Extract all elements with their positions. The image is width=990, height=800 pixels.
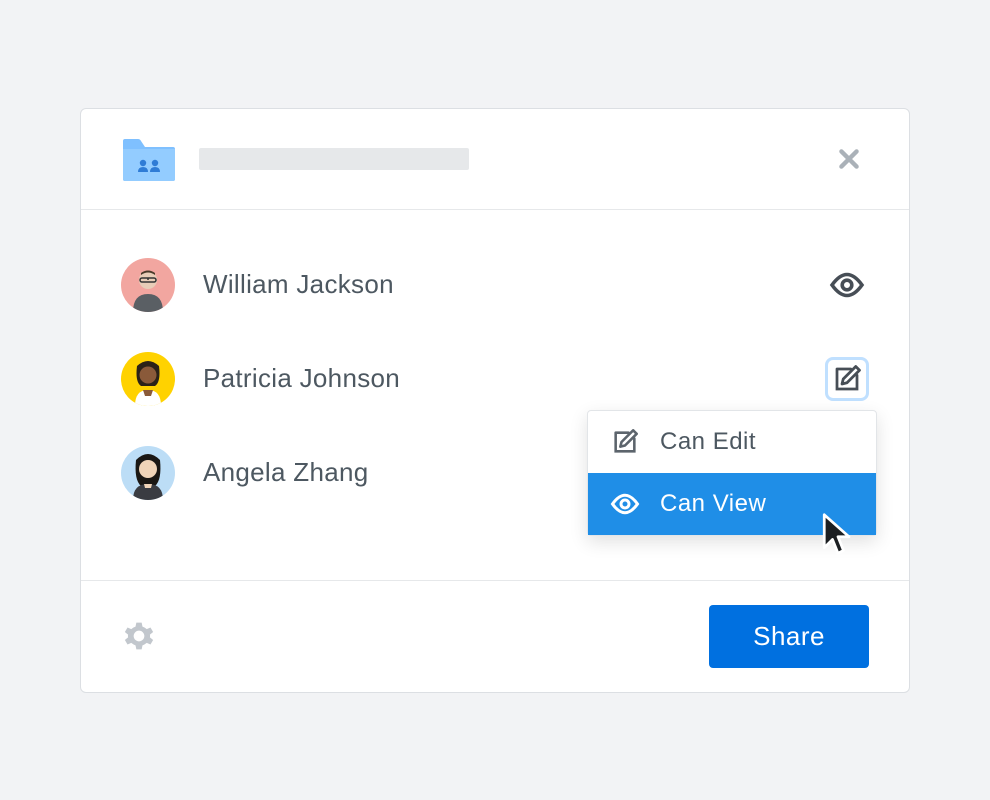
gear-icon [123, 620, 155, 652]
folder-title-placeholder [199, 148, 469, 170]
dropdown-item-can-edit[interactable]: Can Edit [588, 411, 876, 473]
edit-icon [832, 364, 862, 394]
dropdown-item-label: Can View [660, 490, 766, 518]
member-name: Patricia Johnson [203, 363, 400, 394]
eye-icon [829, 267, 865, 303]
dropdown-item-label: Can Edit [660, 428, 756, 456]
avatar [121, 258, 175, 312]
permission-dropdown: Can Edit Can View [587, 410, 877, 536]
close-button[interactable] [829, 139, 869, 179]
avatar [121, 446, 175, 500]
member-name: William Jackson [203, 269, 394, 300]
permission-view-button[interactable] [825, 263, 869, 307]
share-button[interactable]: Share [709, 605, 869, 668]
member-row: William Jackson [121, 238, 869, 332]
modal-body: William Jackson Patricia Johnson [81, 210, 909, 580]
modal-footer: Share [81, 580, 909, 692]
settings-button[interactable] [121, 618, 157, 654]
avatar [121, 352, 175, 406]
dropdown-item-can-view[interactable]: Can View [588, 473, 876, 535]
shared-folder-icon [121, 135, 177, 183]
close-icon [836, 146, 862, 172]
modal-header [81, 109, 909, 210]
permission-edit-button[interactable] [825, 357, 869, 401]
share-modal: William Jackson Patricia Johnson [80, 108, 910, 693]
member-name: Angela Zhang [203, 457, 369, 488]
edit-icon [608, 425, 642, 459]
eye-icon [608, 487, 642, 521]
